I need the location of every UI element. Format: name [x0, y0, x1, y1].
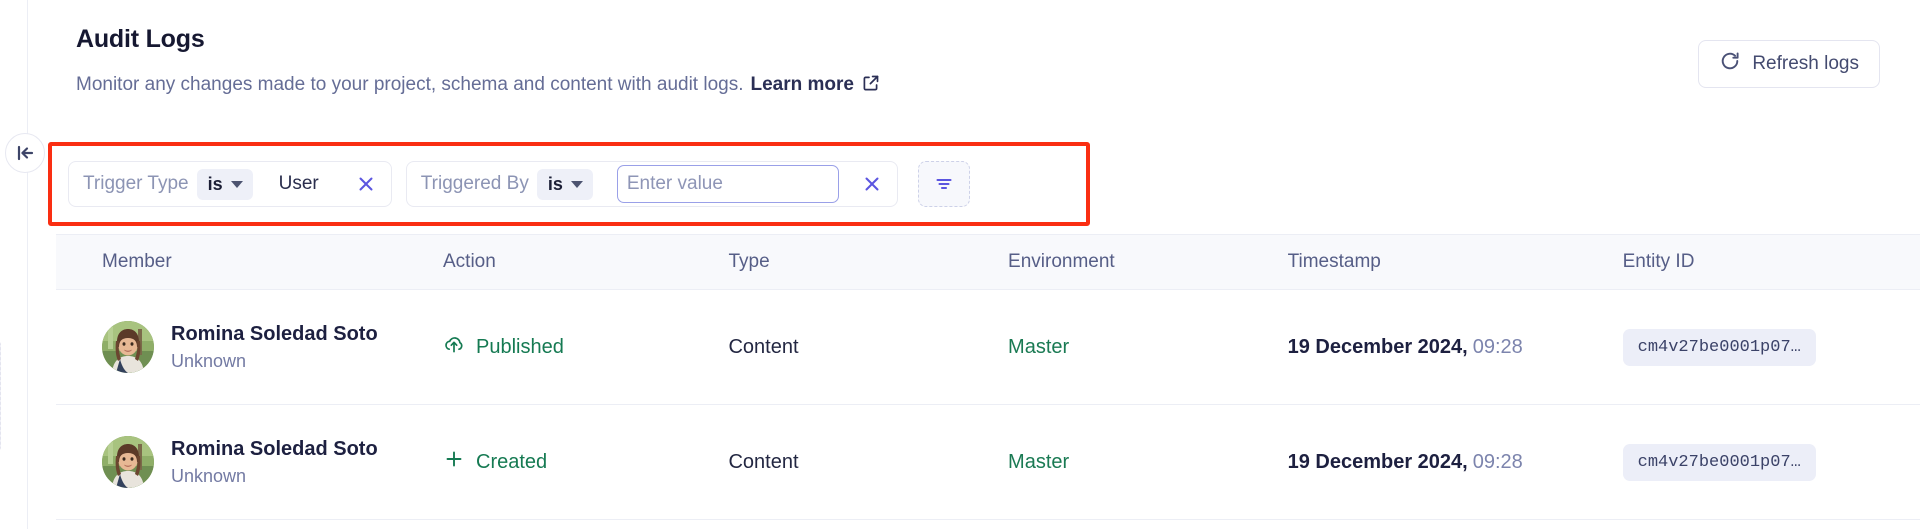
table-row[interactable]: Romina Soledad Soto Unknown Published Co…: [56, 290, 1920, 405]
page-title: Audit Logs: [76, 25, 205, 53]
cell-type: Content: [728, 336, 1008, 359]
audit-logs-table: Member Action Type Environment Timestamp…: [56, 234, 1920, 520]
environment-label: Master: [1008, 450, 1070, 473]
filter-label: Triggered By: [420, 173, 529, 194]
cell-action: Published: [443, 333, 728, 361]
cell-member: Romina Soledad Soto Unknown: [56, 321, 443, 373]
cell-entity-id: cm4v27be0001p07…: [1622, 328, 1920, 366]
page-subtitle: Monitor any changes made to your project…: [76, 72, 1880, 98]
cell-timestamp: 19 December 2024, 09:28: [1288, 336, 1623, 359]
plus-icon: [443, 448, 465, 476]
filter-operator-value: is: [547, 173, 563, 194]
remove-filter-button[interactable]: [349, 167, 383, 201]
close-icon: [359, 177, 373, 191]
page-header: Audit Logs Monitor any changes made to y…: [28, 0, 1920, 98]
cell-environment: Master: [1008, 451, 1288, 474]
column-header-member: Member: [102, 251, 172, 272]
cell-member: Romina Soledad Soto Unknown: [56, 436, 443, 488]
table-header-row: Member Action Type Environment Timestamp…: [56, 234, 1920, 290]
action-label: Created: [476, 450, 548, 473]
cell-timestamp: 19 December 2024, 09:28: [1288, 451, 1623, 474]
timestamp-time: 09:28: [1472, 450, 1523, 473]
entity-id-badge[interactable]: cm4v27be0001p07…: [1622, 443, 1816, 481]
filter-trigger-type[interactable]: Trigger Type is User: [68, 161, 392, 207]
filter-icon: [936, 178, 952, 190]
avatar-photo: [102, 321, 154, 373]
refresh-logs-label: Refresh logs: [1752, 53, 1859, 74]
column-header-type: Type: [728, 251, 770, 272]
column-header-environment: Environment: [1008, 251, 1115, 272]
filter-value[interactable]: User: [259, 173, 333, 195]
filter-value-input[interactable]: [616, 165, 839, 203]
type-label: Content: [728, 450, 799, 473]
cell-environment: Master: [1008, 336, 1288, 359]
cell-type: Content: [728, 451, 1008, 474]
remove-filter-button[interactable]: [855, 167, 889, 201]
table-row[interactable]: Romina Soledad Soto Unknown Created Cont…: [56, 405, 1920, 520]
filter-label: Trigger Type: [83, 173, 189, 194]
member-role: Unknown: [171, 351, 247, 371]
column-header-action: Action: [443, 251, 496, 272]
filter-operator-value: is: [207, 173, 223, 194]
filter-operator-select[interactable]: is: [196, 168, 253, 200]
filter-triggered-by[interactable]: Triggered By is: [405, 161, 898, 207]
member-name: Romina Soledad Soto: [171, 438, 378, 460]
chevron-down-icon: [230, 180, 243, 188]
external-link-icon[interactable]: [862, 74, 880, 100]
filter-bar: Trigger Type is User Triggered By is Ent…: [68, 161, 970, 207]
cell-entity-id: cm4v27be0001p07…: [1622, 443, 1920, 481]
learn-more-link[interactable]: Learn more: [751, 72, 854, 98]
refresh-logs-button[interactable]: Refresh logs: [1698, 40, 1880, 88]
member-role: Unknown: [171, 466, 247, 486]
timestamp-date: 19 December 2024,: [1287, 335, 1468, 358]
avatar: [102, 321, 154, 373]
audit-logs-page: Audit Logs Monitor any changes made to y…: [0, 0, 1920, 529]
avatar-photo: [102, 436, 154, 488]
panel-drag-handle[interactable]: [0, 340, 1, 452]
filter-bar-highlight: Trigger Type is User Triggered By is Ent…: [48, 142, 1090, 226]
avatar: [102, 436, 154, 488]
refresh-icon: [1719, 50, 1741, 78]
add-filter-button[interactable]: [917, 161, 970, 207]
member-name: Romina Soledad Soto: [171, 323, 378, 345]
action-label: Published: [476, 335, 564, 358]
content-area: Audit Logs Monitor any changes made to y…: [28, 0, 1920, 529]
collapse-left-icon: [17, 145, 34, 161]
cell-action: Created: [443, 448, 728, 476]
filter-operator-select[interactable]: is: [536, 168, 593, 200]
close-icon: [865, 177, 879, 191]
collapse-sidebar-button[interactable]: [5, 133, 45, 173]
cloud-upload-icon: [443, 333, 465, 361]
left-rail: [0, 0, 28, 529]
chevron-down-icon: [570, 180, 583, 188]
column-header-entity-id: Entity ID: [1622, 251, 1695, 272]
timestamp-date: 19 December 2024,: [1287, 450, 1468, 473]
environment-label: Master: [1008, 335, 1070, 358]
timestamp-time: 09:28: [1472, 335, 1523, 358]
column-header-timestamp: Timestamp: [1287, 251, 1381, 272]
subtitle-text: Monitor any changes made to your project…: [76, 74, 744, 95]
type-label: Content: [728, 335, 799, 358]
entity-id-badge[interactable]: cm4v27be0001p07…: [1622, 328, 1816, 366]
